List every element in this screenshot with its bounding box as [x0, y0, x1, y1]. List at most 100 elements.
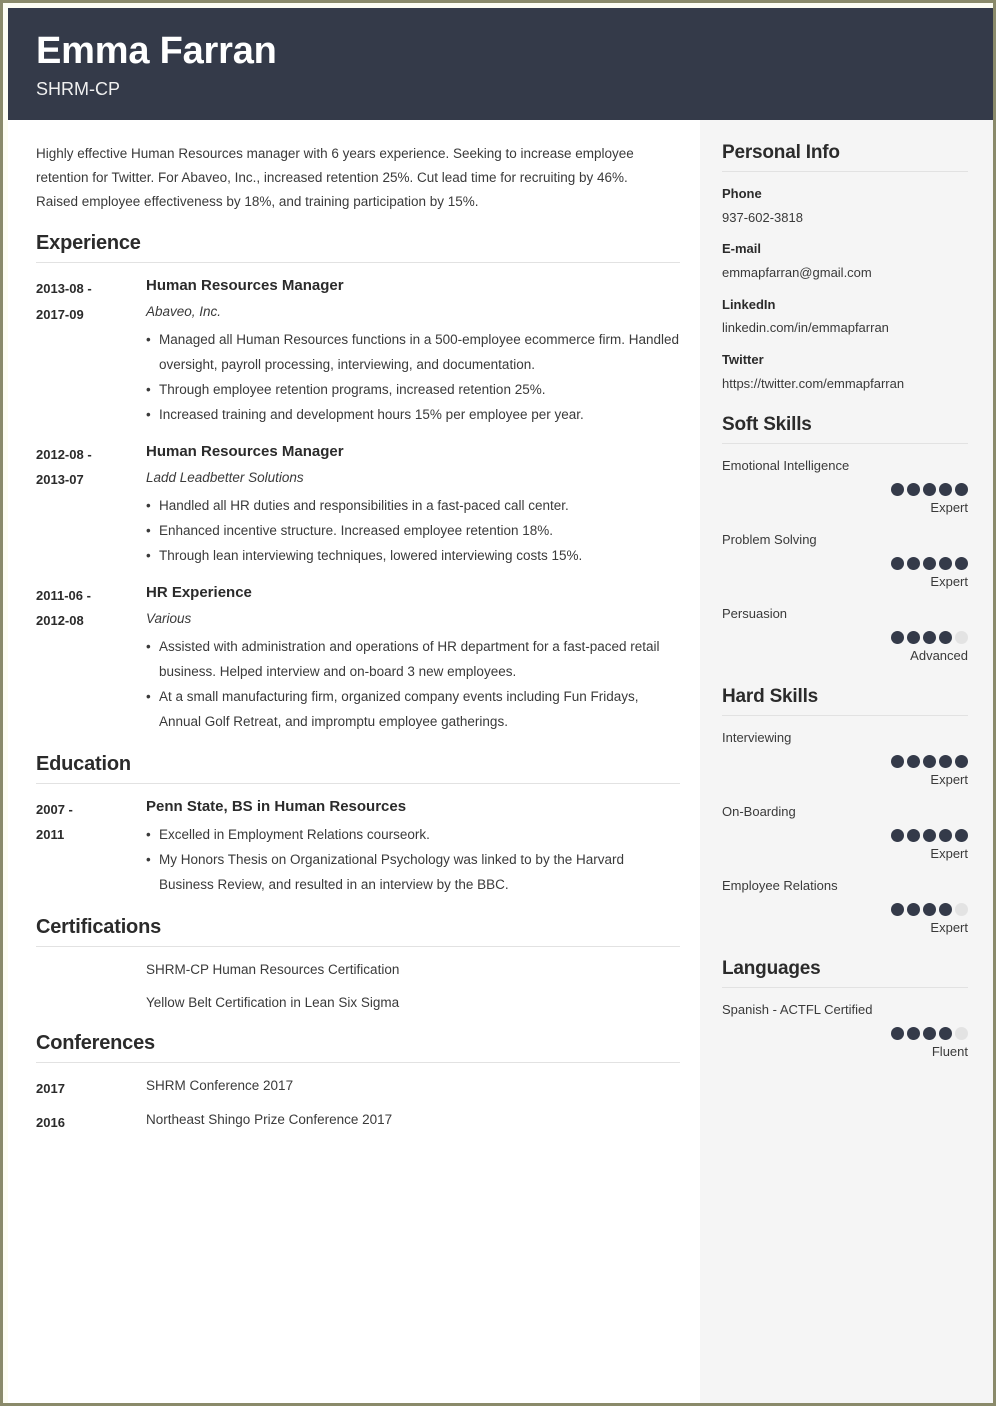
entry-date: 2012-08 - 2013-07: [36, 441, 146, 569]
entry-company: Abaveo, Inc.: [146, 303, 222, 319]
rating-dot-filled: [923, 1026, 936, 1040]
entry-bullet-list: Excelled in Employment Relations courseo…: [146, 823, 680, 898]
entry-body: Penn State, BS in Human Resources Excelle…: [146, 796, 680, 898]
certification-item: Yellow Belt Certification in Lean Six Si…: [36, 992, 680, 1014]
personal-info-item: Phone 937-602-3818: [722, 184, 968, 228]
personal-info-label: Twitter: [722, 351, 764, 367]
rating-dot-filled: [939, 1026, 952, 1040]
entry-body: Human Resources Manager Ladd Leadbetter S…: [146, 441, 680, 569]
certification-item-body: SHRM-CP Human Resources Certification: [146, 959, 680, 981]
soft-skill-name: Emotional Intelligence: [722, 458, 850, 474]
entry-date-end: 2013-07: [36, 472, 84, 488]
entry-bullet: Handled all HR duties and responsibiliti…: [146, 494, 680, 519]
certification-item-body: Yellow Belt Certification in Lean Six Si…: [146, 992, 680, 1014]
section-experience: Experience 2013-08 - 2017-09 Human Resourc…: [36, 232, 680, 735]
rating-dot-empty: [955, 630, 968, 644]
rating-dot-filled: [923, 754, 936, 768]
rating-dot-empty: [955, 902, 968, 916]
entry-bullet: My Honors Thesis on Organizational Psych…: [146, 848, 680, 898]
rating-dot-filled: [891, 630, 904, 644]
entry-date-start: 2011-06 -: [36, 588, 91, 603]
language: Spanish - ACTFL Certified Fluent: [722, 1000, 968, 1062]
rating-dot-filled: [939, 754, 952, 768]
entry-company: Ladd Leadbetter Solutions: [146, 469, 304, 485]
entry-title: HR Experience: [146, 584, 252, 601]
certification-entries: SHRM-CP Human Resources Certification Yel…: [36, 959, 680, 1015]
conference-item-date: 2016: [36, 1115, 65, 1131]
entry-bullet: Through lean interviewing techniques, lo…: [146, 544, 680, 569]
certification-item-date: [36, 959, 146, 981]
rating-dot-filled: [891, 1026, 904, 1040]
conference-entries: 2017 SHRM Conference 2017 2016 Northeast Sh…: [36, 1075, 680, 1136]
entry-date-start: 2012-08 -: [36, 447, 92, 463]
conference-item-text: SHRM Conference 2017: [146, 1078, 294, 1094]
section-personal-info: Personal Info Phone 937-602-3818 E-mail emm…: [722, 142, 968, 394]
personal-info-value: linkedin.com/in/emmapfarran: [722, 320, 889, 336]
section-title-soft-skills: Soft Skills: [722, 414, 968, 445]
hard-skill-items: Interviewing Expert On-Boarding Expert Emplo…: [722, 728, 968, 938]
entry-date-start: 2013-08 -: [36, 281, 92, 297]
resume-header: Emma Farran SHRM-CP: [8, 8, 993, 121]
section-title-hard-skills: Hard Skills: [722, 686, 968, 716]
personal-info-item: E-mail emmapfarran@gmail.com: [722, 239, 968, 283]
rating-dot-filled: [955, 828, 968, 842]
rating-dot-filled: [907, 482, 920, 496]
conference-item: 2017 SHRM Conference 2017: [36, 1075, 680, 1101]
section-title-education: Education: [36, 753, 680, 784]
rating-dot-filled: [939, 630, 952, 644]
hard-skill-rating-dots: [722, 828, 968, 842]
hard-skill: Employee Relations Expert: [722, 876, 968, 938]
soft-skill: Persuasion Advanced: [722, 604, 968, 666]
rating-dot-filled: [939, 482, 952, 496]
section-soft-skills: Soft Skills Emotional Intelligence Expert…: [722, 414, 968, 666]
personal-info-item: Twitter https://twitter.com/emmapfarran: [722, 350, 968, 394]
entry-date-end: 2011: [36, 827, 65, 843]
sidebar-column: Personal Info Phone 937-602-3818 E-mail emm…: [700, 120, 993, 1403]
entry-title: Penn State, BS in Human Resources: [146, 797, 407, 815]
rating-dot-filled: [891, 902, 904, 916]
soft-skill-name: Problem Solving: [722, 532, 817, 548]
rating-dot-empty: [955, 1026, 968, 1040]
conference-item-body: Northeast Shingo Prize Conference 2017: [146, 1109, 680, 1135]
soft-skill-rating-dots: [722, 630, 968, 644]
personal-info-value: https://twitter.com/emmapfarran: [722, 375, 905, 391]
hard-skill-level: Expert: [930, 919, 968, 935]
experience-entries: 2013-08 - 2017-09 Human Resources Manager A…: [36, 275, 680, 735]
hard-skill-name: On-Boarding: [722, 803, 796, 819]
candidate-name: Emma Farran: [36, 30, 277, 72]
language-name: Spanish - ACTFL Certified: [722, 1001, 873, 1017]
section-title-certifications: Certifications: [36, 916, 680, 947]
conference-item-date: 2017: [36, 1081, 65, 1097]
rating-dot-filled: [891, 828, 904, 842]
entry-date: 2007 - 2011: [36, 796, 146, 898]
section-title-languages: Languages: [722, 958, 968, 988]
rating-dot-filled: [907, 754, 920, 768]
resume-entry: 2013-08 - 2017-09 Human Resources Manager A…: [36, 275, 680, 428]
section-title-conferences: Conferences: [36, 1032, 680, 1064]
page-frame: Emma Farran SHRM-CP Highly effective Hum…: [0, 0, 996, 1406]
rating-dot-filled: [891, 556, 904, 570]
personal-info-label: LinkedIn: [722, 296, 776, 312]
personal-info-label: E-mail: [722, 241, 762, 257]
soft-skill: Emotional Intelligence Expert: [722, 456, 968, 518]
language-rating-dots: [722, 1026, 968, 1040]
entry-date-start: 2007 -: [36, 801, 73, 817]
entry-date: 2013-08 - 2017-09: [36, 275, 146, 428]
resume-entry: 2011-06 - 2012-08 HR Experience Various Assi…: [36, 582, 680, 735]
certification-item-date: [36, 992, 146, 1014]
personal-info-value: 937-602-3818: [722, 209, 803, 225]
hard-skill-level: Expert: [930, 771, 968, 787]
hard-skill: Interviewing Expert: [722, 728, 968, 790]
entry-title: Human Resources Manager: [146, 443, 344, 461]
entry-date-end: 2017-09: [36, 306, 84, 322]
soft-skill-level: Expert: [930, 573, 968, 589]
rating-dot-filled: [923, 482, 936, 496]
entry-title: Human Resources Manager: [146, 277, 344, 295]
soft-skill: Problem Solving Expert: [722, 530, 968, 592]
entry-bullet-list: Managed all Human Resources functions in…: [146, 328, 680, 428]
entry-bullet: Enhanced incentive structure. Increased …: [146, 519, 680, 544]
resume-entry: 2007 - 2011 Penn State, BS in Human Resour…: [36, 796, 680, 898]
soft-skill-items: Emotional Intelligence Expert Problem Solv…: [722, 456, 968, 666]
rating-dot-filled: [907, 828, 920, 842]
section-title-experience: Experience: [36, 232, 680, 264]
